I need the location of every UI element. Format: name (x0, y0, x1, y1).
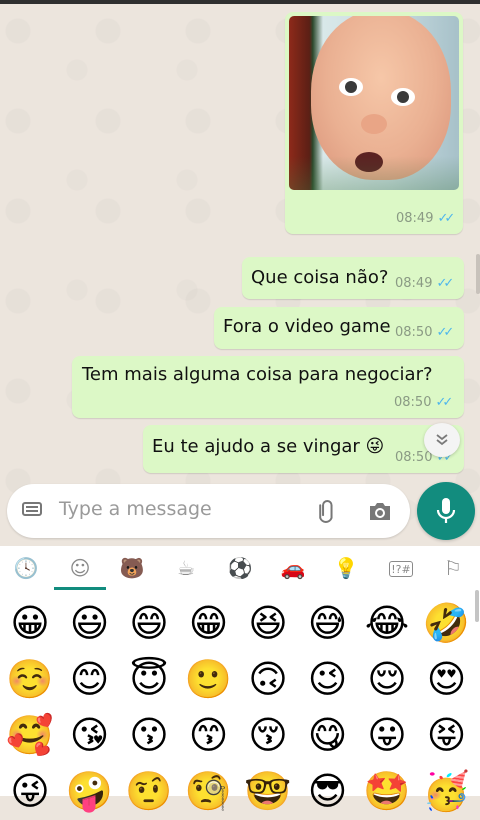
message-text: Que coisa não? (251, 267, 389, 288)
mic-button[interactable] (417, 482, 475, 540)
eye (339, 78, 363, 96)
emoji-key[interactable]: 🥳 (417, 762, 477, 820)
recent-icon[interactable]: 🕓 (8, 554, 44, 582)
chevron-double-down-glyph (436, 434, 448, 446)
emoji-key[interactable]: 😇 (119, 650, 179, 708)
emoji-key[interactable]: 😘 (60, 706, 120, 764)
nose (361, 114, 387, 134)
emoji-key[interactable]: 😁 (179, 594, 239, 652)
emoji-key[interactable]: 😊 (60, 650, 120, 708)
message-bubble[interactable]: Fora o video game 08:50 ✓✓ (214, 307, 464, 349)
emoji-key[interactable]: 🤨 (119, 762, 179, 820)
message-text: Eu te ajudo a se vingar 😜 (152, 436, 385, 457)
active-category-indicator (54, 587, 106, 590)
read-ticks-icon: ✓✓ (436, 276, 454, 291)
emoji-key[interactable]: 🤓 (238, 762, 298, 820)
emoji-key[interactable]: 😂 (357, 594, 417, 652)
message-time: 08:49 (396, 211, 434, 226)
emoji-key[interactable]: 😗 (119, 706, 179, 764)
paperclip-glyph (319, 499, 333, 523)
emoji-key[interactable]: 😃 (60, 594, 120, 652)
message-time: 08:49 (395, 276, 433, 291)
objects-icon[interactable]: 💡 (328, 554, 364, 582)
read-ticks-icon: ✓✓ (437, 211, 455, 226)
message-meta: 08:49 ✓✓ (395, 276, 454, 291)
flags-icon[interactable]: ⚐ (435, 554, 471, 582)
keyboard-icon[interactable] (22, 502, 42, 516)
read-ticks-icon: ✓✓ (435, 395, 453, 410)
emoji-key[interactable]: 🤣 (417, 594, 477, 652)
baby-photo[interactable] (289, 16, 459, 190)
emoji-key[interactable]: 😋 (298, 706, 358, 764)
camera-glyph (370, 503, 390, 520)
message-bubble[interactable]: Que coisa não? 08:49 ✓✓ (242, 257, 464, 299)
message-bubble[interactable]: Tem mais alguma coisa para negociar? 08:… (72, 356, 464, 418)
emoji-key[interactable]: ☺️ (0, 650, 60, 708)
emoji-category-bar: 🕓 ☺ 🐻 ☕ ⚽ 🚗 💡 !?# ⚐ (0, 546, 480, 590)
emoji-key[interactable]: 😉 (298, 650, 358, 708)
emoji-key[interactable]: 😅 (298, 594, 358, 652)
symbols-icon[interactable]: !?# (389, 561, 413, 577)
emoji-key[interactable]: 😌 (357, 650, 417, 708)
emoji-key[interactable]: 😛 (357, 706, 417, 764)
activity-icon[interactable]: ⚽ (222, 554, 258, 582)
emoji-key[interactable]: 😜 (0, 762, 60, 820)
animals-icon[interactable]: 🐻 (114, 554, 150, 582)
read-ticks-icon: ✓✓ (436, 325, 454, 340)
travel-icon[interactable]: 🚗 (275, 554, 311, 582)
eye (391, 88, 415, 106)
emoji-key[interactable]: 😍 (417, 650, 477, 708)
emoji-key[interactable]: 🙂 (179, 650, 239, 708)
emoji-key[interactable]: 🤩 (357, 762, 417, 820)
emoji-key[interactable]: 🤪 (60, 762, 120, 820)
chevron-double-down-icon[interactable] (424, 423, 460, 457)
emoji-key[interactable]: 🧐 (179, 762, 239, 820)
emoji-key[interactable]: 😀 (0, 594, 60, 652)
emoji-key[interactable]: 😆 (238, 594, 298, 652)
message-text: Tem mais alguma coisa para negociar? (82, 364, 433, 385)
emoji-key[interactable]: 😚 (238, 706, 298, 764)
message-meta: 08:50 ✓✓ (395, 325, 454, 340)
emoji-key[interactable]: 😝 (417, 706, 477, 764)
emoji-grid: 😀 😃 😄 😁 😆 😅 😂 🤣 ☺️ 😊 😇 🙂 🙃 😉 😌 😍 🥰 😘 😗 😙 😚 😋 😛 😝 😜 🤪 🤨 🧐 🤓 😎 🤩 🥳 (0, 594, 480, 810)
chat-scrollbar[interactable] (476, 254, 480, 294)
mic-icon (436, 498, 456, 523)
emoji-key[interactable]: 😄 (119, 594, 179, 652)
photo-shade (289, 156, 459, 190)
paperclip-icon[interactable] (307, 492, 348, 533)
message-bubble[interactable]: Eu te ajudo a se vingar 😜 08:50 ✓✓ (143, 425, 464, 473)
message-text: Fora o video game (223, 316, 391, 337)
message-meta: 08:50 ✓✓ (394, 395, 453, 410)
message-time: 08:50 (395, 450, 433, 465)
message-input[interactable]: Type a message (59, 498, 212, 520)
food-icon[interactable]: ☕ (168, 554, 204, 582)
emoji-keyboard[interactable]: 🕓 ☺ 🐻 ☕ ⚽ 🚗 💡 !?# ⚐ 😀 😃 😄 😁 😆 😅 😂 🤣 ☺️ 😊 😇 🙂 🙃 😉 😌 😍 🥰 😘 😗 😙 😚 😋 😛 😝 😜 🤪 🤨… (0, 546, 480, 810)
image-message-meta: 08:49 ✓✓ (389, 207, 461, 231)
emoji-key[interactable]: 😙 (179, 706, 239, 764)
emoji-key[interactable]: 🥰 (0, 706, 60, 764)
message-time: 08:50 (395, 325, 433, 340)
image-message[interactable] (285, 12, 463, 234)
message-time: 08:50 (394, 395, 432, 410)
emoji-key[interactable]: 😎 (298, 762, 358, 820)
camera-icon[interactable] (367, 498, 393, 524)
smileys-icon[interactable]: ☺ (62, 554, 98, 582)
emoji-key[interactable]: 🙃 (238, 650, 298, 708)
message-input-bar[interactable]: Type a message (7, 484, 410, 538)
